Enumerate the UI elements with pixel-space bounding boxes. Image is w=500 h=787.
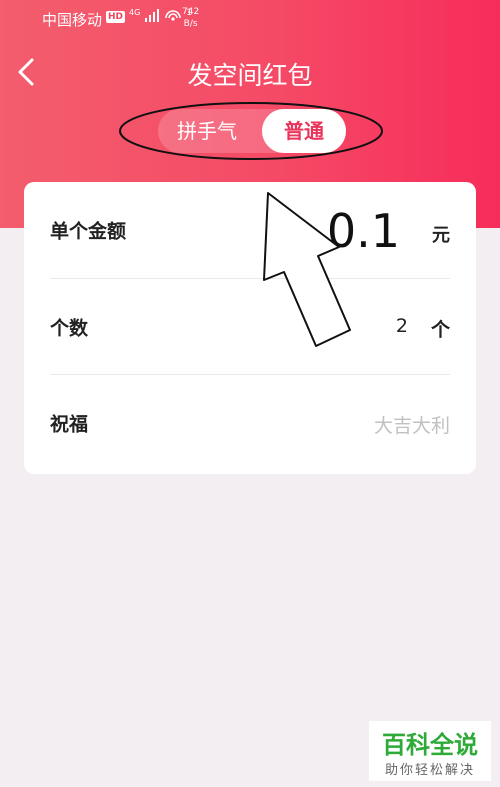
network-type: 4G	[129, 8, 141, 17]
packet-type-toggle: 拼手气 普通	[158, 109, 346, 153]
tab-lucky[interactable]: 拼手气	[166, 109, 248, 153]
amount-row[interactable]: 单个金额 0.1 元	[50, 182, 450, 278]
network-speed: 742 B/s	[182, 7, 200, 29]
hotspot-icon	[165, 10, 182, 21]
amount-value[interactable]: 0.1	[327, 204, 400, 258]
blessing-input[interactable]: 大吉大利	[374, 411, 450, 438]
signal-icon	[145, 9, 160, 22]
count-unit: 个	[430, 319, 450, 341]
hd-badge: HD	[106, 11, 126, 23]
count-row[interactable]: 个数 2 个	[50, 278, 450, 375]
amount-unit: 元	[432, 225, 450, 246]
status-icons: HD 4G 1	[106, 8, 192, 23]
blessing-label: 祝福	[50, 413, 89, 436]
count-label: 个数	[50, 317, 89, 340]
watermark-logo: 百科全说 助你轻松解决	[369, 721, 491, 781]
carrier-name: 中国移动	[42, 11, 103, 29]
page-title: 发空间红包	[187, 61, 313, 90]
watermark-title: 百科全说	[382, 731, 478, 759]
amount-label: 单个金额	[50, 220, 127, 243]
blessing-row[interactable]: 祝福 大吉大利	[50, 374, 450, 471]
tab-normal[interactable]: 普通	[262, 109, 346, 153]
status-bar: 中国移动 HD 4G 1 742 B/s	[0, 0, 500, 40]
red-packet-form: 单个金额 0.1 元 个数 2 个 祝福 大吉大利	[24, 182, 476, 474]
count-value[interactable]: 2	[396, 315, 408, 337]
watermark-subtitle: 助你轻松解决	[384, 763, 475, 778]
